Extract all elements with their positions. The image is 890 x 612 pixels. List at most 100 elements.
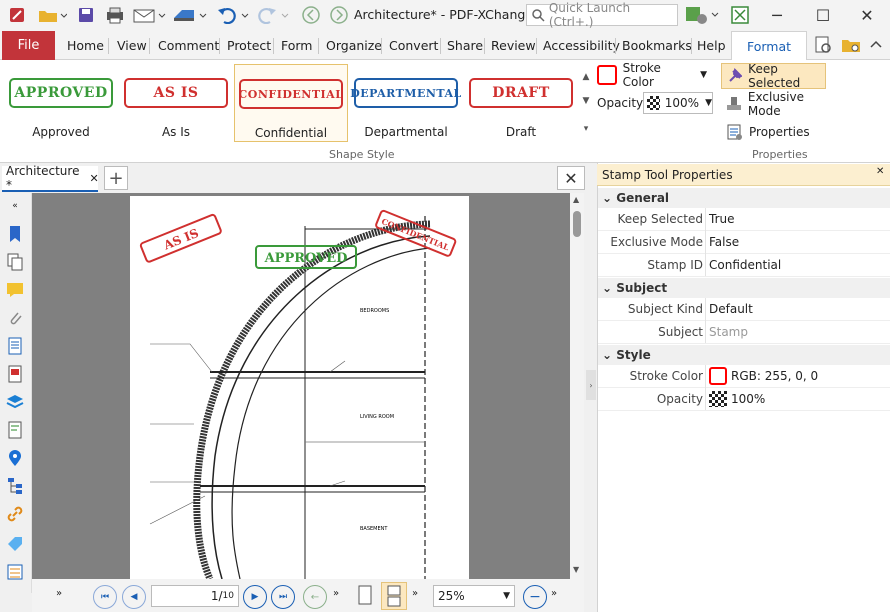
tab-help[interactable]: Help bbox=[697, 38, 726, 53]
vertical-scrollbar[interactable]: ▲ ▼ bbox=[570, 193, 584, 579]
minimize-button[interactable]: ─ bbox=[754, 0, 800, 30]
print-icon[interactable] bbox=[102, 4, 128, 26]
keep-selected-value[interactable]: True bbox=[709, 212, 735, 226]
tab-form[interactable]: Form bbox=[281, 38, 313, 53]
forms-icon[interactable] bbox=[5, 562, 25, 582]
tab-protect[interactable]: Protect bbox=[227, 38, 271, 53]
redo-icon[interactable] bbox=[254, 4, 292, 26]
continuous-page-button[interactable] bbox=[381, 582, 407, 610]
collapse-ribbon-icon[interactable] bbox=[866, 34, 886, 56]
stroke-color-button[interactable]: Stroke Color ▼ bbox=[597, 61, 707, 89]
stamp-approved[interactable]: APPROVED Approved bbox=[4, 64, 118, 142]
last-page-button[interactable]: ⏭ bbox=[271, 585, 295, 609]
stroke-color-value[interactable]: RGB: 255, 0, 0 bbox=[731, 369, 818, 383]
attachment-icon[interactable] bbox=[5, 308, 25, 328]
document-tab[interactable]: Architecture * ✕ bbox=[2, 164, 99, 192]
section-subject[interactable]: ⌄ Subject bbox=[598, 278, 890, 298]
exclusive-mode-button[interactable]: Exclusive Mode bbox=[721, 90, 835, 118]
links-icon[interactable] bbox=[5, 504, 25, 524]
scroll-down-icon[interactable]: ▼ bbox=[573, 565, 579, 574]
tab-view[interactable]: View bbox=[117, 38, 147, 53]
close-tab-icon[interactable]: ✕ bbox=[89, 172, 98, 185]
close-document-button[interactable]: ✕ bbox=[557, 166, 585, 190]
bookmark-icon[interactable] bbox=[5, 224, 25, 244]
subject-kind-value[interactable]: Default bbox=[709, 302, 753, 316]
tab-convert[interactable]: Convert bbox=[389, 38, 438, 53]
back-icon[interactable] bbox=[298, 4, 324, 26]
tab-home[interactable]: Home bbox=[67, 38, 104, 53]
pdf-page[interactable]: BEDROOMS LIVING ROOM BASEMENT AS IS APPR… bbox=[130, 196, 469, 579]
tab-format[interactable]: Format bbox=[731, 31, 807, 61]
folder-search-icon[interactable] bbox=[838, 34, 864, 56]
structure-icon[interactable] bbox=[5, 476, 25, 496]
first-page-button[interactable]: ⏮ bbox=[93, 585, 117, 609]
tab-comment[interactable]: Comment bbox=[158, 38, 219, 53]
opacity-prop-value[interactable]: 100% bbox=[731, 392, 765, 406]
properties-button[interactable]: Properties bbox=[721, 120, 821, 144]
more-options-icon[interactable]: » bbox=[56, 588, 62, 599]
email-icon[interactable] bbox=[130, 4, 168, 26]
page-number-input[interactable]: 1 / 10 bbox=[151, 585, 239, 607]
stamp-draft[interactable]: DRAFT Draft bbox=[464, 64, 578, 142]
stamp-label: Draft bbox=[505, 125, 537, 139]
layers-icon[interactable] bbox=[5, 392, 25, 412]
tag-icon[interactable] bbox=[5, 534, 25, 554]
previous-page-button[interactable]: ◀ bbox=[122, 585, 146, 609]
tags-icon[interactable] bbox=[5, 420, 25, 440]
label-bedrooms: BEDROOMS bbox=[360, 308, 389, 314]
save-icon[interactable] bbox=[74, 4, 98, 26]
close-panel-icon[interactable]: ✕ bbox=[876, 166, 884, 177]
section-general[interactable]: ⌄ General bbox=[598, 188, 890, 208]
close-window-button[interactable]: ✕ bbox=[844, 0, 890, 30]
more-layout-icon[interactable]: » bbox=[412, 588, 418, 599]
forward-icon[interactable] bbox=[326, 4, 352, 26]
maximize-button[interactable]: ☐ bbox=[800, 0, 846, 30]
stamp-departmental[interactable]: DEPARTMENTAL Departmental bbox=[349, 64, 463, 142]
scan-icon[interactable] bbox=[170, 4, 210, 26]
page-thumbnail-icon[interactable] bbox=[5, 364, 25, 384]
tab-accessibility[interactable]: Accessibility bbox=[543, 38, 620, 53]
file-menu-button[interactable]: File bbox=[2, 31, 55, 60]
document-properties-icon[interactable] bbox=[5, 336, 25, 356]
stroke-color-swatch[interactable] bbox=[709, 367, 727, 385]
gallery-scroll-down-icon[interactable]: ▼ bbox=[580, 90, 592, 112]
scrollbar-thumb[interactable] bbox=[573, 211, 581, 237]
zoom-out-button[interactable]: − bbox=[523, 585, 547, 609]
customize-icon[interactable] bbox=[682, 4, 722, 26]
tab-review[interactable]: Review bbox=[491, 38, 536, 53]
collapse-panel-icon[interactable]: « bbox=[5, 196, 25, 216]
column-divider bbox=[705, 365, 706, 410]
open-folder-icon[interactable] bbox=[34, 4, 70, 26]
gallery-scroll-up-icon[interactable]: ▲ bbox=[580, 66, 592, 88]
next-page-button[interactable]: ▶ bbox=[243, 585, 267, 609]
section-style[interactable]: ⌄ Style bbox=[598, 345, 890, 365]
opacity-select[interactable]: 100% ▼ bbox=[643, 92, 713, 114]
comments-icon[interactable] bbox=[5, 280, 25, 300]
subject-value[interactable]: Stamp bbox=[709, 325, 748, 339]
location-pin-icon[interactable] bbox=[5, 448, 25, 468]
scroll-up-icon[interactable]: ▲ bbox=[573, 195, 579, 204]
stamp-id-value[interactable]: Confidential bbox=[709, 258, 781, 272]
more-nav-icon[interactable]: » bbox=[333, 588, 339, 599]
exclusive-mode-value[interactable]: False bbox=[709, 235, 739, 249]
fullscreen-icon[interactable] bbox=[728, 4, 752, 26]
single-page-icon[interactable] bbox=[356, 584, 376, 608]
tab-bookmarks[interactable]: Bookmarks bbox=[622, 38, 692, 53]
quick-launch-input[interactable]: Quick Launch (Ctrl+.) bbox=[526, 1, 678, 29]
document-search-icon[interactable] bbox=[810, 34, 836, 56]
tab-organize[interactable]: Organize bbox=[326, 38, 382, 53]
panel-splitter-icon[interactable]: › bbox=[586, 370, 596, 400]
row-divider bbox=[598, 387, 890, 388]
stamp-as-is[interactable]: AS IS As Is bbox=[119, 64, 233, 142]
keep-selected-button[interactable]: Keep Selected bbox=[721, 62, 826, 90]
previous-view-button[interactable]: ← bbox=[303, 585, 327, 609]
zoom-select[interactable]: 25% ▼ bbox=[433, 585, 515, 607]
tab-share[interactable]: Share bbox=[447, 38, 483, 53]
new-tab-button[interactable]: + bbox=[104, 166, 128, 190]
app-logo-icon[interactable] bbox=[4, 4, 30, 26]
undo-icon[interactable] bbox=[214, 4, 252, 26]
stamp-confidential[interactable]: CONFIDENTIAL Confidential bbox=[234, 64, 348, 142]
pages-icon[interactable] bbox=[5, 252, 25, 272]
more-zoom-icon[interactable]: » bbox=[551, 588, 557, 599]
gallery-expand-icon[interactable]: ▾ bbox=[580, 118, 592, 140]
